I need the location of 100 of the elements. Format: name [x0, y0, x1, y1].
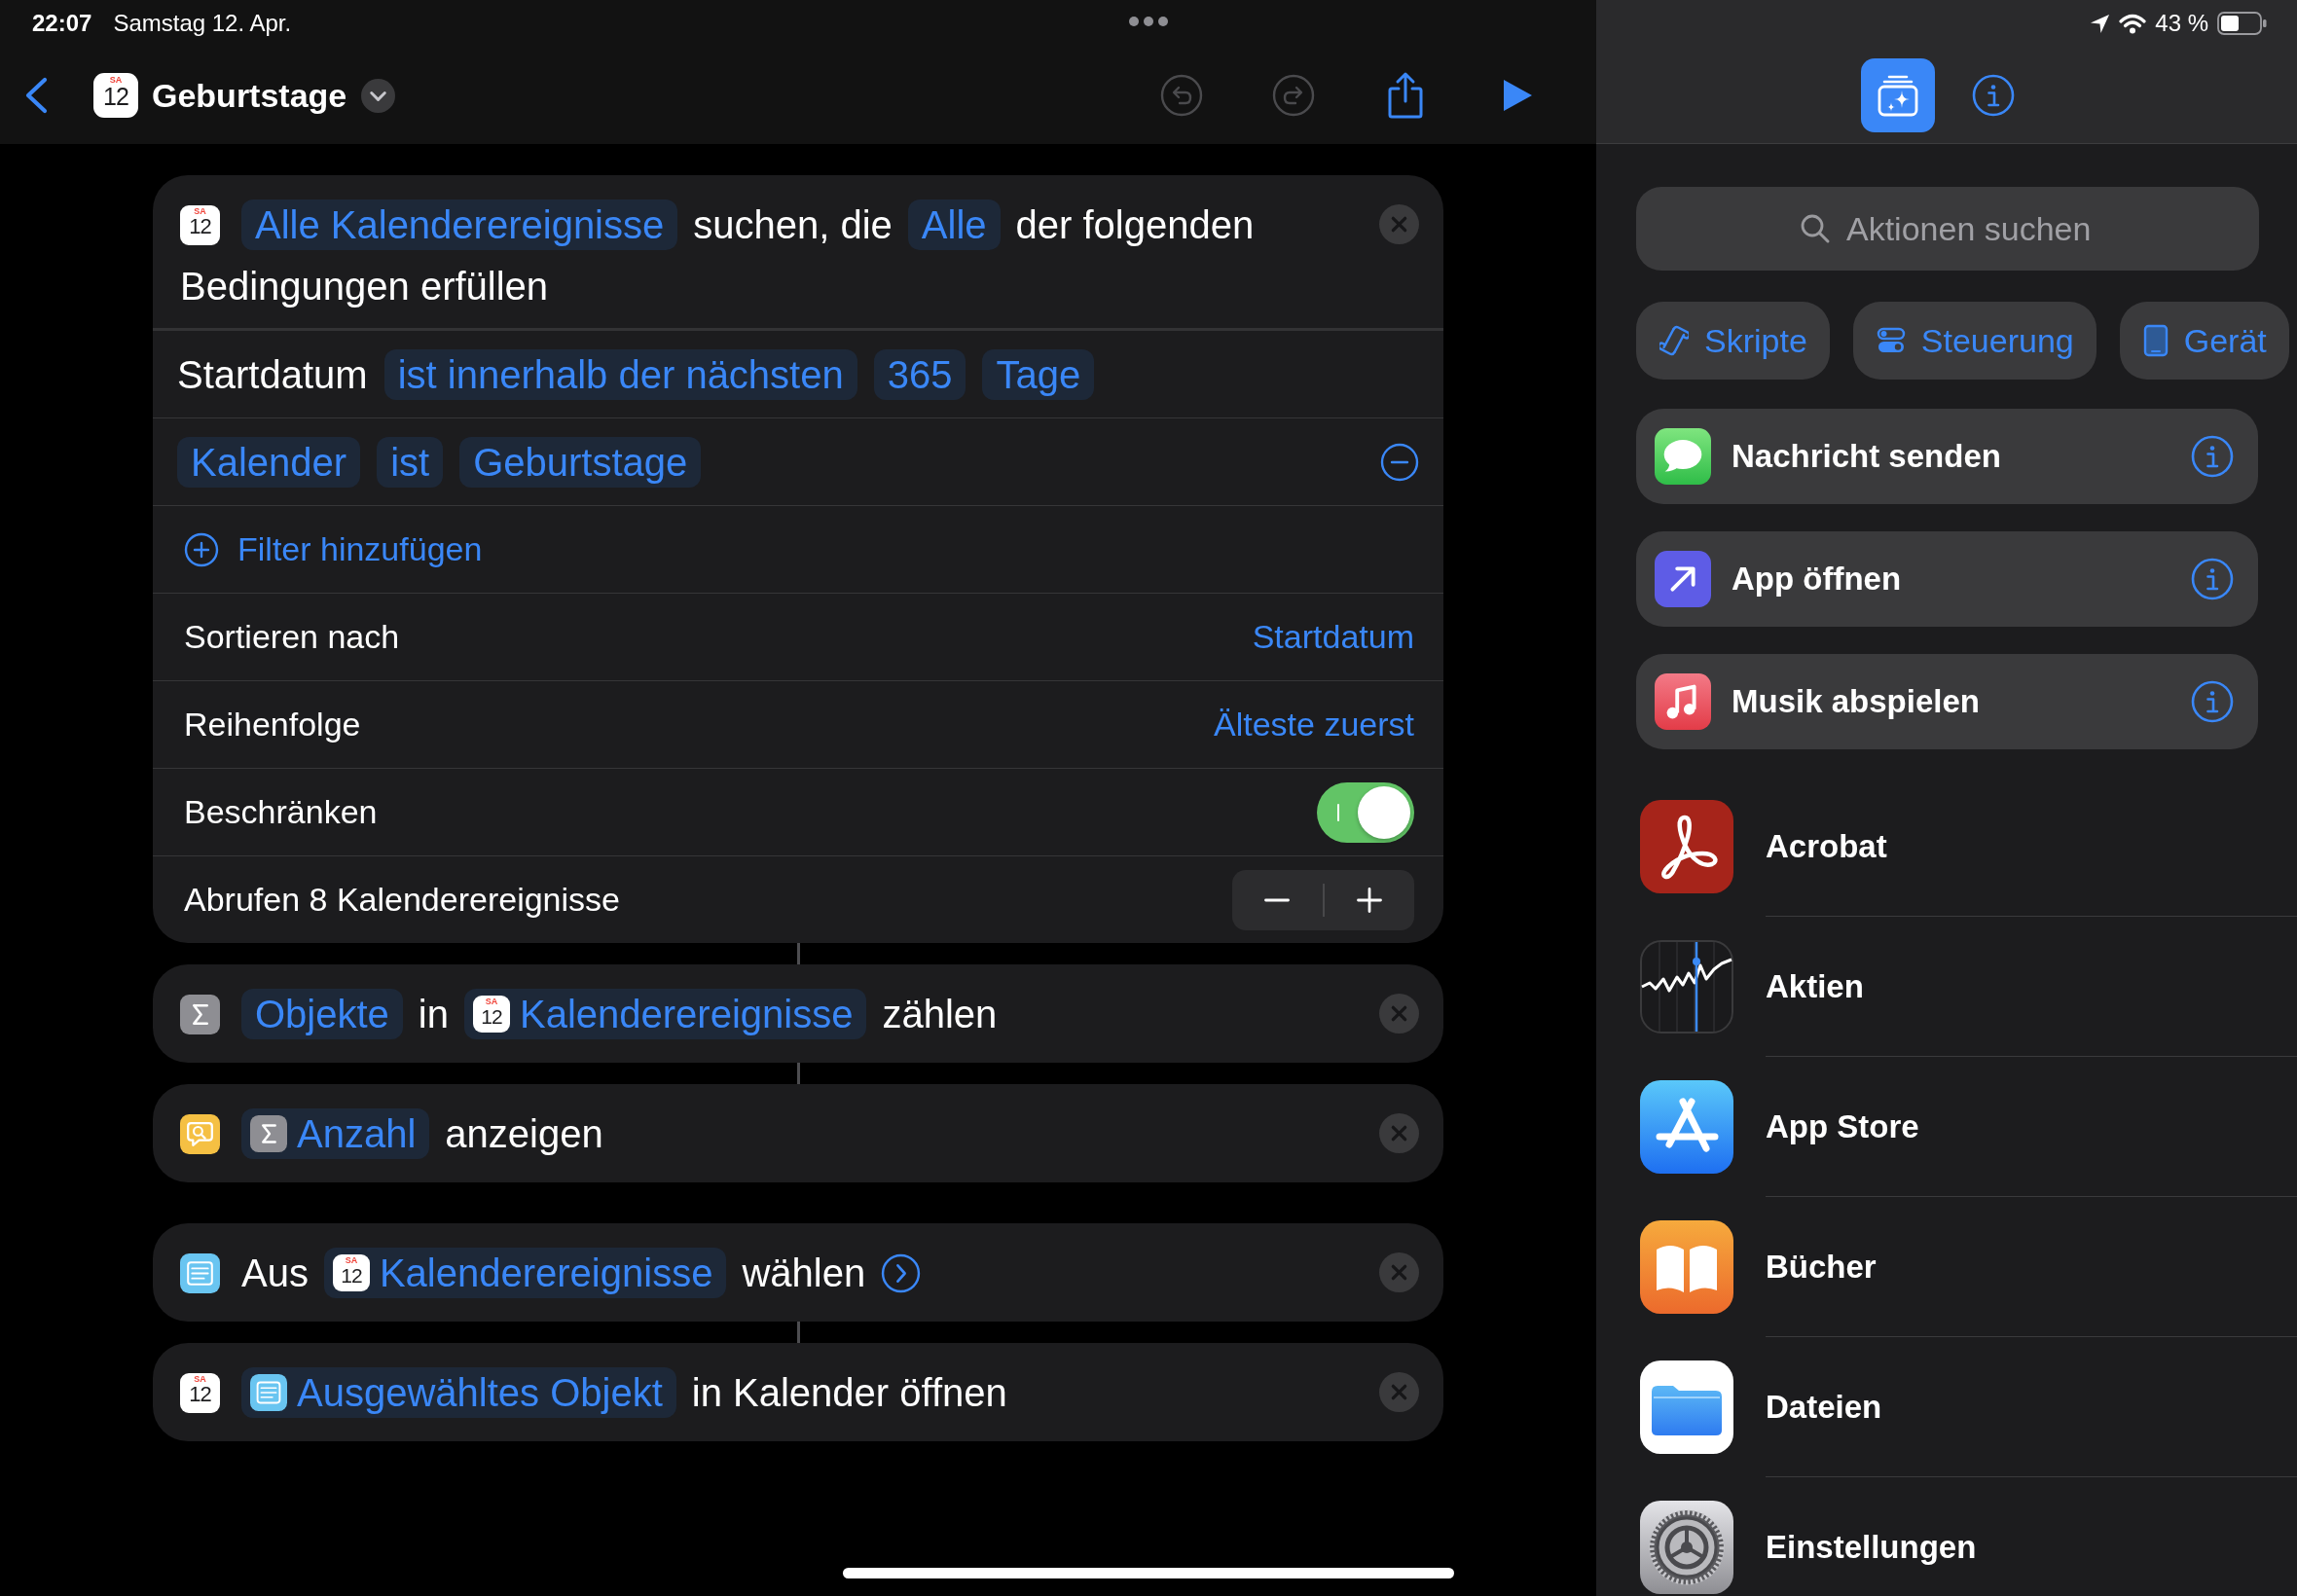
remove-filter-button[interactable] [1380, 442, 1419, 482]
app-name[interactable]: Einstellungen [1766, 1528, 1977, 1566]
swirl-logo-icon [1640, 800, 1733, 893]
shortcut-title[interactable]: Geburtstage [152, 76, 347, 115]
action-label: Musik abspielen [1732, 683, 1980, 720]
parameter-token[interactable]: Ausgewähltes Objekt [241, 1367, 676, 1418]
action-label: App öffnen [1732, 561, 1902, 598]
option-value[interactable]: Startdatum [1252, 618, 1414, 656]
calendar-date-icon: SA 12 [180, 1372, 220, 1413]
category-chip[interactable]: Skripte [1636, 302, 1830, 380]
action-text: wählen [742, 1251, 866, 1296]
parameter-token[interactable]: Kalender [177, 436, 361, 488]
share-icon [1386, 71, 1425, 120]
category-chip[interactable]: Steuerung [1852, 302, 2096, 380]
search-bubble-icon [180, 1113, 220, 1154]
search-field[interactable]: Aktionen suchen [1636, 187, 2259, 271]
scroll-icon [1659, 324, 1689, 357]
info-button[interactable] [2191, 435, 2234, 478]
back-icon [23, 77, 49, 114]
action-text: in [418, 992, 449, 1037]
status-date: Samstag 12. Apr. [113, 10, 292, 37]
option-label: Beschränken [184, 793, 378, 831]
plus-icon [1356, 887, 1382, 913]
action-label: Nachricht senden [1732, 438, 2001, 475]
list-icon [250, 1374, 287, 1411]
app-name[interactable]: Aktien [1766, 967, 1864, 1005]
parameter-token[interactable]: Objekte [241, 989, 403, 1039]
action-text: anzeigen [445, 1111, 603, 1157]
app-name[interactable]: Dateien [1766, 1388, 1882, 1426]
parameter-token[interactable]: Anzahl [241, 1108, 430, 1159]
speech-bubble-icon [1655, 428, 1711, 485]
parameter-token[interactable]: Alle [907, 200, 1001, 250]
app-name[interactable]: Bücher [1766, 1248, 1877, 1286]
music-note-icon [1655, 673, 1711, 730]
action-text: Aus [241, 1251, 309, 1296]
tablet-icon [2142, 324, 2169, 357]
redo-icon [1272, 74, 1315, 117]
suggestion-card[interactable]: Nachricht senden [1636, 409, 2258, 504]
play-icon [1502, 79, 1533, 112]
app-name[interactable]: App Store [1766, 1107, 1919, 1145]
calendar-date-icon: SA 12 [180, 204, 220, 245]
list-icon [180, 1252, 220, 1293]
actions-tab[interactable] [1861, 57, 1935, 132]
sigma-icon [180, 994, 220, 1034]
info-button[interactable] [2191, 558, 2234, 600]
location-arrow-icon [2090, 13, 2111, 34]
suggestion-card[interactable]: Musik abspielen [1636, 654, 2258, 749]
parameter-token[interactable]: Tage [982, 348, 1095, 400]
battery-percent: 43 % [2155, 10, 2208, 37]
option-label: Abrufen 8 Kalenderereignisse [184, 881, 620, 919]
expand-button[interactable] [881, 1252, 922, 1293]
info-icon [2191, 435, 2234, 478]
info-icon [2191, 680, 2234, 723]
action-text: zählen [882, 992, 998, 1037]
chevron-right-circle-icon [881, 1252, 922, 1293]
close-icon [1379, 994, 1419, 1034]
info-button[interactable] [2191, 680, 2234, 723]
category-chip[interactable]: Gerät [2119, 302, 2289, 380]
calendar-date-icon: SA 12 [473, 996, 510, 1033]
add-filter-button[interactable]: Filter hinzufügen [153, 505, 1443, 593]
app-name[interactable]: Acrobat [1766, 827, 1887, 865]
status-time: 22:07 [32, 10, 92, 37]
chevron-down-icon [361, 78, 396, 113]
minus-icon [1264, 897, 1291, 902]
close-icon [1379, 1252, 1419, 1292]
option-value[interactable]: Älteste zuerst [1214, 706, 1414, 744]
open-book-icon [1640, 1220, 1733, 1314]
parameter-token[interactable]: ist innerhalb der nächsten [383, 348, 857, 400]
sigma-icon [250, 1115, 287, 1152]
app-store-icon [1640, 1080, 1733, 1174]
action-text: der folgenden [1015, 202, 1255, 248]
title-menu-button[interactable] [361, 78, 396, 113]
parameter-token[interactable]: Geburtstage [459, 436, 702, 488]
calendar-date-icon: SA 12 [332, 1254, 370, 1291]
wifi-icon [2119, 13, 2147, 34]
undo-icon [1160, 74, 1203, 117]
toggles-icon [1876, 326, 1906, 355]
action-text: suchen, die [693, 202, 893, 248]
folder-icon [1640, 1360, 1733, 1454]
close-icon [1379, 204, 1419, 244]
parameter-token[interactable]: ist [377, 436, 444, 488]
suggestion-card[interactable]: App öffnen [1636, 531, 2258, 627]
action-text: in Kalender öffnen [691, 1370, 1007, 1416]
close-icon [1379, 1372, 1419, 1412]
close-icon [1379, 1113, 1419, 1153]
minus-circle-icon [1380, 442, 1419, 482]
multitasking-dots-icon[interactable] [1128, 16, 1169, 27]
action-text: Bedingungen erfüllen [180, 264, 549, 309]
option-label: Sortieren nach [184, 618, 400, 656]
stock-chart-icon [1640, 940, 1733, 1034]
calendar-date-icon: SA 12 [93, 73, 138, 118]
info-icon [1972, 73, 2015, 117]
option-label: Reihenfolge [184, 706, 361, 744]
search-icon [1800, 213, 1831, 244]
info-icon [2191, 558, 2234, 600]
parameter-token[interactable]: 365 [873, 348, 966, 400]
battery-icon [2217, 12, 2268, 35]
settings-icon [1640, 1501, 1733, 1594]
parameter-token[interactable]: Alle Kalenderereignisse [241, 200, 678, 250]
plus-circle-icon [184, 531, 219, 567]
